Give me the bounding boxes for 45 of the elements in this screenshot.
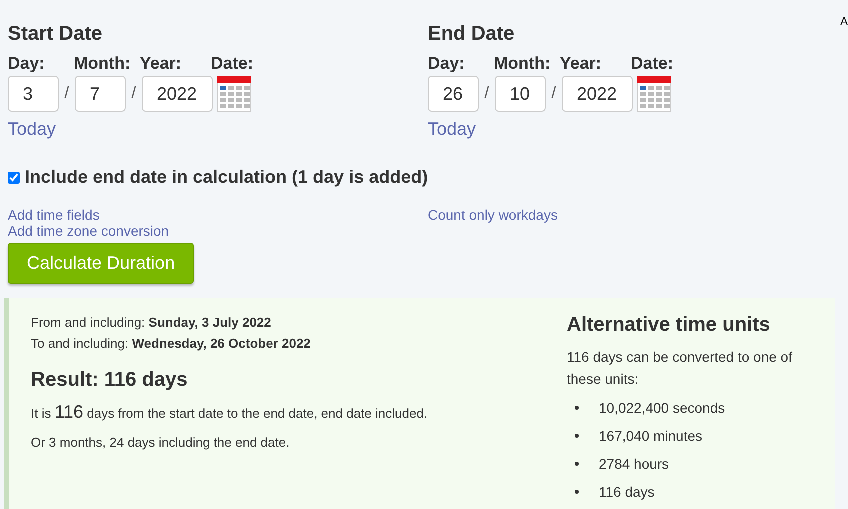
field-label: Date: [631,54,675,74]
option-link[interactable]: Add time fields [8,207,428,223]
section-title: End Date [428,22,516,46]
month-field[interactable]: 10 [495,76,546,112]
alternative-text: Or 3 months, 24 days including the end date. [31,434,291,452]
separator: / [484,84,490,104]
unit-item: 2784 hours [599,454,670,474]
today-link[interactable]: Today [428,116,476,143]
field-label: Day: [428,54,466,74]
bullet-icon [575,406,579,410]
option-link[interactable]: Count only workdays [428,207,848,223]
option-link[interactable]: Add time zone conversion [8,223,428,239]
separator: / [130,84,138,104]
unit-item: 167,040 minutes [599,426,703,446]
units-heading: Alternative time units [567,313,772,338]
result-heading: Result: 116 days [31,368,189,392]
field-label: Year: [140,54,183,74]
bullet-icon [575,462,579,466]
day-field[interactable]: 3 [8,76,59,112]
field-label: Year: [560,54,603,74]
field-label: Date: [211,54,255,74]
today-link[interactable]: Today [8,116,56,143]
month-field[interactable]: 7 [75,76,126,112]
from-text: From and including: Sunday, 3 July 2022 [31,314,272,332]
separator: / [550,84,558,104]
day-field[interactable]: 26 [428,76,479,112]
year-field[interactable]: 2022 [142,76,213,112]
result-sentence: It is 116 days from the start date to the end date, end date included. [31,402,429,424]
field-label: Month: [74,54,132,74]
edge-text: A [840,15,848,30]
to-text: To and including: Wednesday, 26 October 2022 [31,335,312,353]
bullet-icon [575,434,579,438]
include-end-date-checkbox[interactable] [8,172,20,184]
separator: / [64,84,70,104]
field-label: Month: [494,54,552,74]
bullet-icon [575,490,579,494]
unit-item: 116 days [599,482,655,502]
section-title: Start Date [8,22,104,46]
year-field[interactable]: 2022 [562,76,633,112]
checkbox-label: Include end date in calculation (1 day is added) [25,166,428,189]
field-label: Day: [8,54,46,74]
calendar-icon[interactable] [217,76,251,112]
units-intro: 116 days can be converted to one of these units: [567,348,794,389]
calendar-icon[interactable] [637,76,671,112]
unit-item: 10,022,400 seconds [599,398,726,418]
